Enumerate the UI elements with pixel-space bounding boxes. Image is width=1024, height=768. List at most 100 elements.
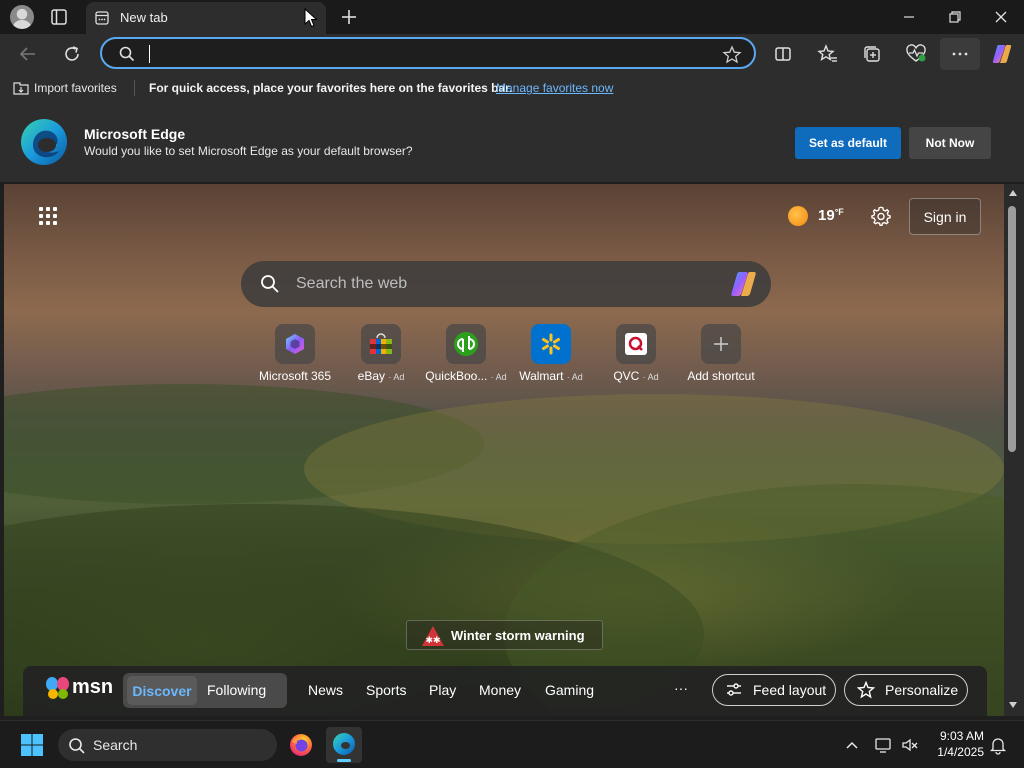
toolbar	[0, 34, 1024, 74]
nav-gaming[interactable]: Gaming	[545, 682, 594, 698]
shortcut-label: QVC	[613, 369, 640, 383]
feed-tab-group: Discover Following	[123, 673, 287, 708]
refresh-icon[interactable]	[60, 42, 84, 66]
ad-badge: · Ad	[566, 372, 583, 382]
personalize-button[interactable]: Personalize	[844, 674, 968, 706]
web-search-box[interactable]: Search the web	[241, 261, 771, 307]
active-app-indicator	[337, 759, 351, 762]
plus-icon	[714, 337, 728, 351]
sign-in-button[interactable]: Sign in	[909, 198, 981, 235]
minimize-icon[interactable]	[898, 6, 920, 28]
shortcut-tile	[446, 324, 486, 364]
more-nav-button[interactable]: ···	[674, 680, 688, 696]
network-icon[interactable]	[874, 735, 894, 755]
search-icon	[119, 46, 135, 62]
banner-question: Would you like to set Microsoft Edge as …	[84, 144, 413, 158]
windows-start-icon[interactable]	[20, 733, 44, 757]
feed-layout-label: Feed layout	[753, 682, 827, 698]
taskbar-firefox[interactable]	[283, 727, 319, 763]
import-favorites-icon[interactable]	[12, 80, 30, 96]
alert-text: Winter storm warning	[451, 628, 585, 643]
shortcut-tile	[275, 324, 315, 364]
shortcut-ebay[interactable]: eBay · Ad	[336, 324, 426, 383]
scroll-up-icon[interactable]	[1008, 188, 1018, 198]
shortcut-microsoft-365[interactable]: Microsoft 365	[250, 324, 340, 383]
favorites-icon[interactable]	[816, 42, 840, 66]
weather-temperature: 19°F	[818, 207, 844, 224]
apps-grid-icon[interactable]	[38, 206, 58, 226]
taskbar-search-label: Search	[93, 737, 138, 753]
tab-new-tab[interactable]: New tab	[86, 2, 326, 34]
notifications-bell-icon[interactable]	[988, 735, 1008, 755]
microsoft-365-icon	[286, 334, 304, 354]
shortcut-qvc[interactable]: QVC · Ad	[591, 324, 681, 383]
mouse-cursor-icon	[304, 8, 318, 28]
banner-app-name: Microsoft Edge	[84, 126, 186, 142]
scrollbar-thumb[interactable]	[1008, 206, 1016, 452]
taskbar-search[interactable]: Search	[58, 729, 277, 761]
shortcut-label: QuickBoo...	[425, 369, 488, 383]
title-bar: New tab	[0, 0, 1024, 34]
new-tab-favicon-icon	[95, 11, 109, 25]
text-caret	[149, 45, 150, 63]
address-bar[interactable]	[100, 37, 756, 69]
favorites-bar: Import favorites For quick access, place…	[0, 74, 1024, 102]
shortcut-tile	[361, 324, 401, 364]
page-scrollbar[interactable]	[1004, 184, 1024, 716]
clock-date: 1/4/2025	[937, 745, 984, 759]
system-clock[interactable]: 9:03 AM 1/4/2025	[924, 728, 984, 760]
back-icon[interactable]	[16, 42, 40, 66]
nav-play[interactable]: Play	[429, 682, 456, 698]
collections-icon[interactable]	[860, 42, 884, 66]
msn-logo[interactable]: msn	[45, 674, 113, 704]
shortcut-label: Microsoft 365	[258, 369, 332, 383]
restore-icon[interactable]	[944, 6, 966, 28]
show-hidden-icons-icon[interactable]	[842, 735, 862, 755]
taskbar: Search 9:03 AM 1/4/2025	[0, 720, 1024, 768]
new-tab-icon[interactable]	[338, 6, 360, 28]
tab-following[interactable]: Following	[207, 682, 266, 698]
search-placeholder: Search the web	[296, 275, 408, 292]
personalize-label: Personalize	[885, 682, 959, 698]
copilot-icon[interactable]	[729, 270, 759, 298]
add-shortcut-button[interactable]: Add shortcut	[676, 324, 766, 383]
feed-layout-button[interactable]: Feed layout	[712, 674, 836, 706]
set-as-default-button[interactable]: Set as default	[795, 127, 901, 159]
weather-widget[interactable]: 19°F	[788, 204, 850, 228]
volume-muted-icon[interactable]	[900, 735, 920, 755]
firefox-icon	[290, 734, 312, 756]
shortcut-label: Add shortcut	[687, 369, 755, 383]
profile-icon[interactable]	[10, 5, 34, 29]
nav-news[interactable]: News	[308, 682, 343, 698]
favorite-star-icon[interactable]	[722, 45, 742, 65]
not-now-button[interactable]: Not Now	[909, 127, 991, 159]
msn-butterfly-icon	[46, 677, 69, 699]
more-icon	[952, 52, 968, 56]
tab-actions-icon[interactable]	[48, 6, 70, 28]
manage-favorites-link[interactable]: Manage favorites now	[496, 81, 613, 95]
new-tab-page: 19°F Sign in Search the web Microsoft 36…	[4, 184, 1004, 716]
shortcut-quickbooks[interactable]: QuickBoo... · Ad	[421, 324, 511, 383]
settings-gear-icon[interactable]	[870, 205, 892, 227]
favorites-bar-message: For quick access, place your favorites h…	[149, 81, 513, 95]
copilot-icon[interactable]	[990, 42, 1014, 66]
nav-sports[interactable]: Sports	[366, 682, 406, 698]
edge-icon	[333, 733, 355, 755]
close-window-icon[interactable]	[990, 6, 1012, 28]
taskbar-edge[interactable]	[326, 727, 362, 763]
browser-essentials-icon[interactable]	[904, 42, 928, 66]
feed-layout-icon	[727, 683, 741, 696]
more-button[interactable]	[940, 38, 980, 70]
quickbooks-icon	[454, 332, 478, 356]
tab-title: New tab	[120, 10, 168, 25]
clock-time: 9:03 AM	[939, 729, 984, 743]
shortcut-walmart[interactable]: Walmart · Ad	[506, 324, 596, 383]
winter-storm-alert[interactable]: ✱✱ Winter storm warning	[406, 620, 603, 650]
nav-money[interactable]: Money	[479, 682, 521, 698]
ad-badge: · Ad	[490, 372, 507, 382]
scroll-down-icon[interactable]	[1008, 700, 1018, 710]
temperature-unit: °F	[834, 207, 844, 217]
split-screen-icon[interactable]	[771, 42, 795, 66]
import-favorites-link[interactable]: Import favorites	[34, 81, 117, 95]
tab-discover[interactable]: Discover	[127, 676, 197, 705]
